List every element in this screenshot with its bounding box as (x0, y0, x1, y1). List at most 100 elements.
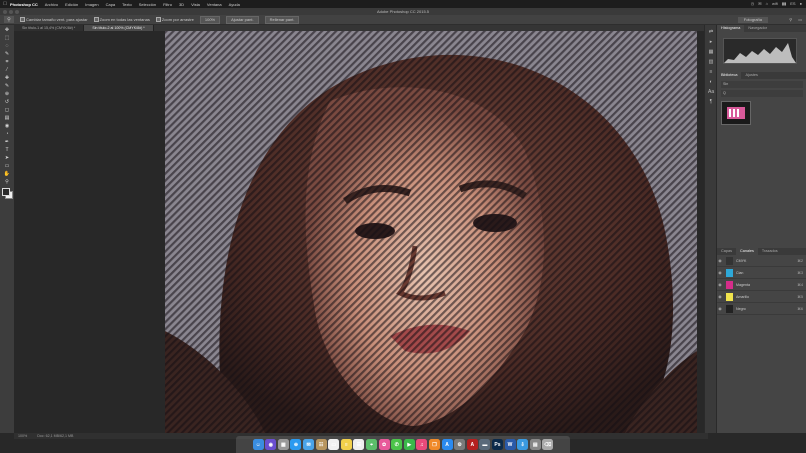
foreground-color-swatch[interactable] (2, 188, 10, 196)
folder2-icon[interactable]: ▤ (529, 439, 541, 450)
menu-archivo[interactable]: Archivo (45, 2, 58, 7)
input-source-icon[interactable]: ES (790, 1, 795, 6)
menu-edicion[interactable]: Edición (65, 2, 78, 7)
menu-capa[interactable]: Capa (106, 2, 116, 7)
history-brush-icon[interactable]: ↺ (3, 98, 11, 105)
library-thumbnail[interactable] (721, 101, 751, 125)
swatches-icon[interactable]: ▥ (708, 59, 714, 65)
zoom-all-windows-option[interactable]: Zoom en todas las ventanas (93, 17, 150, 22)
fit-screen-button[interactable]: Ajustar pant. (226, 15, 259, 24)
shape-icon[interactable]: ▭ (3, 162, 11, 169)
time-machine-icon[interactable]: ◷ (751, 1, 755, 6)
visibility-eye-icon[interactable]: ◉ (717, 294, 723, 299)
move-icon[interactable]: ✥ (3, 26, 11, 33)
blur-icon[interactable]: ◉ (3, 122, 11, 129)
library-search[interactable]: Q (721, 90, 803, 97)
channel-row[interactable]: ◉ Magenta ⌘4 (717, 279, 806, 291)
crop-icon[interactable]: ⌗ (3, 58, 11, 65)
tab-navigator[interactable]: Navegador (744, 25, 771, 32)
menu-imagen[interactable]: Imagen (85, 2, 98, 7)
adjust-icon[interactable]: ◐ (708, 79, 714, 85)
menu-ayuda[interactable]: Ayuda (229, 2, 240, 7)
menu-seleccion[interactable]: Selección (139, 2, 156, 7)
visibility-eye-icon[interactable]: ◉ (717, 282, 723, 287)
brush-icon[interactable]: ✎ (3, 82, 11, 89)
app-menu[interactable]: Photoshop CC (10, 2, 38, 7)
zoom-100-button[interactable]: 100% (199, 15, 221, 24)
visibility-eye-icon[interactable]: ◉ (717, 258, 723, 263)
preferences-icon[interactable]: ⚙ (454, 439, 466, 450)
apple-menu-icon[interactable]:  (0, 1, 10, 7)
menu-filtro[interactable]: Filtro (163, 2, 172, 7)
close-window-icon[interactable] (3, 9, 7, 14)
messages-icon[interactable]: ✆ (391, 439, 403, 450)
tab-histogram[interactable]: Histograma (717, 25, 745, 32)
tab-paths[interactable]: Trazados (758, 248, 782, 255)
visibility-eye-icon[interactable]: ◉ (717, 270, 723, 275)
grid-icon[interactable]: ▦ (708, 49, 714, 55)
resize-windows-option[interactable]: Cambiar tamaño vent. para ajustar (20, 17, 88, 22)
zoom-window-icon[interactable] (15, 9, 19, 14)
lasso-icon[interactable]: ◌ (3, 42, 11, 49)
workspace-switcher[interactable]: Fotografía (737, 16, 768, 23)
checkbox-icon[interactable] (93, 17, 99, 22)
visibility-eye-icon[interactable]: ◉ (717, 306, 723, 311)
gradient-icon[interactable]: ▤ (3, 114, 11, 121)
appstore-icon[interactable]: A (441, 439, 453, 450)
finder-icon[interactable]: ☺ (252, 439, 264, 450)
tab-library[interactable]: Biblioteca (717, 72, 742, 79)
mail-status-icon[interactable]: ✉ (758, 1, 761, 6)
channel-row[interactable]: ◉ Cian ⌘3 (717, 267, 806, 279)
zoom-readout[interactable]: 100% (18, 434, 27, 438)
menu-texto[interactable]: Texto (122, 2, 132, 7)
document-canvas[interactable] (165, 31, 697, 433)
channel-row[interactable]: ◉ CMYK ⌘2 (717, 255, 806, 267)
fill-screen-button[interactable]: Rellenar pant. (264, 15, 300, 24)
siri-status-icon[interactable]: ● (800, 1, 802, 6)
search-icon[interactable]: ⚲ (789, 17, 792, 22)
itunes-icon[interactable]: ♫ (416, 439, 428, 450)
scrubby-zoom-option[interactable]: Zoom por arrastre (155, 17, 194, 22)
checkbox-icon[interactable] (20, 17, 25, 22)
photoshop-icon[interactable]: Ps (491, 439, 503, 450)
folder-icon[interactable]: ▬ (479, 439, 491, 450)
healing-icon[interactable]: ✚ (3, 74, 11, 81)
home-icon[interactable]: ⌂ (766, 1, 768, 6)
calendar-icon[interactable]: ▭ (328, 439, 340, 450)
channel-row[interactable]: ◉ Amarillo ⌘5 (717, 291, 806, 303)
tab-layers[interactable]: Capas (717, 248, 736, 255)
minimize-window-icon[interactable] (9, 9, 13, 14)
color-swatches[interactable] (2, 188, 13, 199)
trash-icon[interactable]: ⌫ (542, 439, 554, 450)
eyedropper-icon[interactable]: ⁄ (3, 66, 11, 73)
menu-icon[interactable]: ≡ (708, 69, 714, 75)
library-select[interactable]: Sin (721, 81, 803, 88)
play-icon[interactable]: ▸ (708, 39, 714, 45)
zoom-icon[interactable]: ⚲ (3, 178, 11, 185)
siri-icon[interactable]: ◉ (265, 439, 277, 450)
path-select-icon[interactable]: ➤ (3, 154, 11, 161)
arrange-icon[interactable]: ⇄ (708, 29, 714, 35)
share-icon[interactable]: ▭ (798, 17, 802, 22)
quick-select-icon[interactable]: ✎ (3, 50, 11, 57)
character-icon[interactable]: Aa (708, 89, 714, 95)
facetime-icon[interactable]: ▶ (403, 439, 415, 450)
maps-icon[interactable]: ⌖ (366, 439, 378, 450)
eraser-icon[interactable]: ◻ (3, 106, 11, 113)
menu-3d[interactable]: 3D (179, 2, 184, 7)
marquee-icon[interactable]: ⬚ (3, 34, 11, 41)
battery-icon[interactable]: ▮▮ (782, 1, 786, 6)
pen-icon[interactable]: ✒ (3, 138, 11, 145)
stamp-icon[interactable]: ⊕ (3, 90, 11, 97)
launchpad-icon[interactable]: ▦ (277, 439, 289, 450)
acrobat-icon[interactable]: A (466, 439, 478, 450)
menu-vista[interactable]: Vista (191, 2, 200, 7)
ibooks-icon[interactable]: ❐ (428, 439, 440, 450)
document-size[interactable]: Doc: 62,1 MB/62,1 MB (37, 434, 73, 438)
channel-row[interactable]: ◉ Negro ⌘6 (717, 303, 806, 315)
zoom-icon[interactable]: ⚲ (4, 16, 14, 23)
tab-channels[interactable]: Canales (735, 248, 758, 255)
tab-adjustments[interactable]: Ajustes (741, 72, 761, 79)
wifi-icon[interactable]: wifi (772, 1, 778, 6)
photos-icon[interactable]: ✿ (378, 439, 390, 450)
